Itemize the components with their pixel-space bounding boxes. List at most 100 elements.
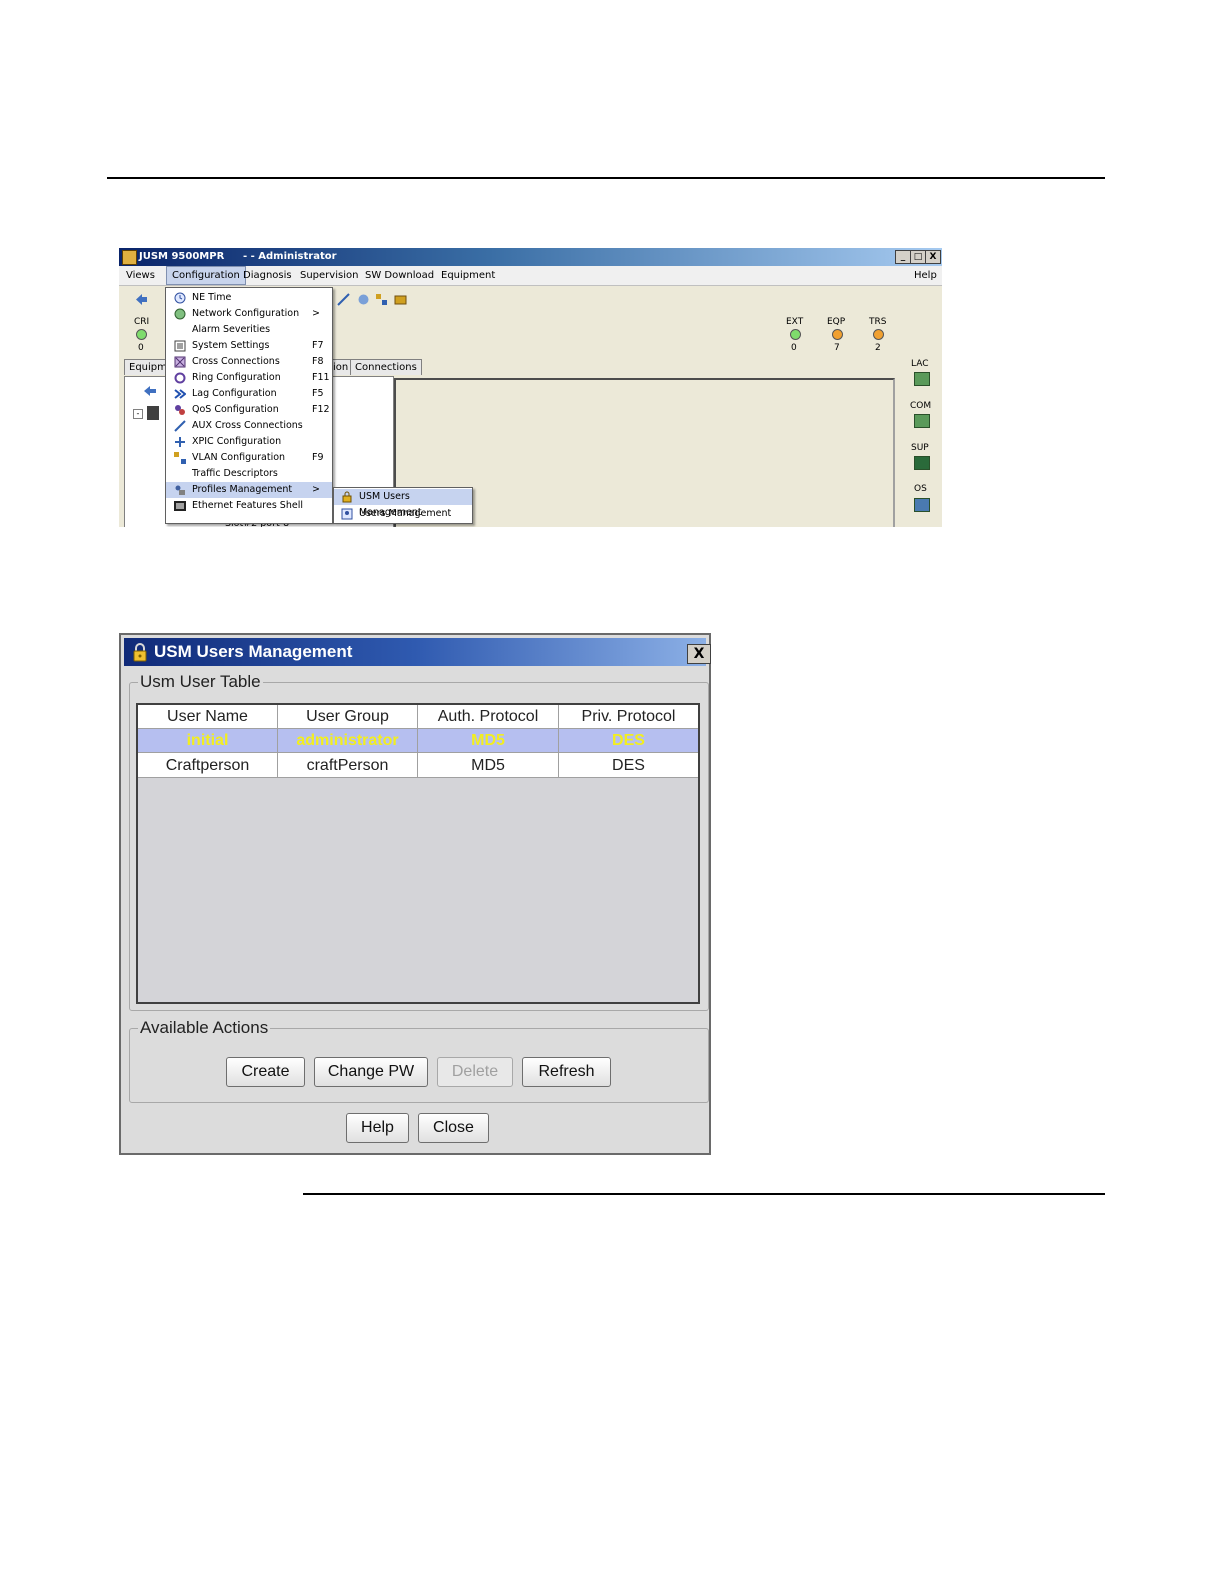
submenu-item-usm-users-management[interactable]: USM Users Management: [334, 489, 472, 518]
shell-icon: [174, 501, 186, 511]
create-button[interactable]: Create: [226, 1057, 305, 1087]
ext-led: [790, 329, 801, 340]
cross-icon: [174, 356, 186, 368]
usm-user-table-legend: Usm User Table: [138, 672, 263, 692]
lac-label: LAC: [911, 359, 929, 369]
menu-item-key: F5: [312, 388, 324, 399]
menu-item-label: Cross Connections: [192, 356, 280, 367]
menu-item-key: F11: [312, 372, 330, 383]
network-icon: [174, 308, 186, 320]
back-arrow-icon[interactable]: [135, 293, 148, 306]
lock-icon: [342, 491, 352, 503]
menu-item-network-configuration[interactable]: Network Configuration >: [166, 306, 332, 322]
menu-item-ring-configuration[interactable]: Ring Configuration F11: [166, 370, 332, 386]
dialog-title: USM Users Management: [154, 642, 353, 661]
ring-icon: [174, 372, 186, 384]
equipment-tool-icon[interactable]: [394, 293, 407, 306]
column-header-user-group[interactable]: User Group: [278, 705, 418, 729]
menu-item-qos-configuration[interactable]: QoS Configuration F12: [166, 402, 332, 418]
menu-item-system-settings[interactable]: System Settings F7: [166, 338, 332, 354]
eqp-led: [832, 329, 843, 340]
menu-item-ethernet-features-shell[interactable]: Ethernet Features Shell: [166, 498, 332, 514]
window-title-suffix: - - Administrator: [243, 251, 337, 262]
menu-item-aux-cross-connections[interactable]: AUX Cross Connections: [166, 418, 332, 434]
dialog-close-icon[interactable]: X: [687, 644, 711, 664]
menu-supervision[interactable]: Supervision: [300, 270, 358, 281]
users-icon: [341, 508, 353, 520]
available-actions-legend: Available Actions: [138, 1018, 271, 1038]
menu-item-label: Profiles Management: [192, 484, 293, 495]
menu-views[interactable]: Views: [126, 270, 155, 281]
os-label: OS: [914, 484, 927, 494]
dialog-title-bar: USM Users Management X: [124, 638, 711, 666]
menu-item-ne-time[interactable]: NE Time: [166, 290, 332, 306]
menu-configuration[interactable]: Configuration: [166, 266, 246, 285]
column-header-auth-protocol[interactable]: Auth. Protocol: [418, 705, 559, 729]
column-header-user-name[interactable]: User Name: [138, 705, 278, 729]
maximize-button[interactable]: □: [910, 250, 926, 264]
cri-led: [136, 329, 147, 340]
menu-item-lag-configuration[interactable]: Lag Configuration F5: [166, 386, 332, 402]
table-cell: craftPerson: [278, 753, 418, 778]
profiles-submenu: USM Users Management Users Management: [333, 487, 473, 524]
menu-item-cross-connections[interactable]: Cross Connections F8: [166, 354, 332, 370]
trs-count: 2: [875, 343, 881, 353]
menu-item-label: Network Configuration: [192, 308, 300, 319]
table-cell: administrator: [278, 729, 418, 753]
menu-item-label: Ring Configuration: [192, 372, 281, 383]
submenu-item-users-management[interactable]: Users Management: [334, 506, 472, 522]
trs-label: TRS: [869, 317, 887, 327]
sup-icon[interactable]: [914, 456, 930, 470]
trs-led: [873, 329, 884, 340]
column-header-priv-protocol[interactable]: Priv. Protocol: [559, 705, 698, 729]
profiles-icon: [175, 485, 185, 495]
close-button[interactable]: Close: [418, 1113, 489, 1143]
menu-item-label: Traffic Descriptors: [192, 468, 278, 479]
jusm-main-window: JUSM 9500MPR - - Administrator _ □ X Vie…: [119, 248, 942, 527]
menu-item-traffic-descriptors[interactable]: Traffic Descriptors: [166, 466, 332, 482]
delete-button[interactable]: Delete: [437, 1057, 513, 1087]
menu-diagnosis[interactable]: Diagnosis: [243, 270, 292, 281]
menu-item-profiles-management[interactable]: Profiles Management >: [166, 482, 332, 498]
os-icon[interactable]: [914, 498, 930, 512]
menu-item-label: System Settings: [192, 340, 270, 351]
com-label: COM: [910, 401, 932, 411]
menu-item-xpic-configuration[interactable]: XPIC Configuration: [166, 434, 332, 450]
eqp-label: EQP: [827, 317, 846, 327]
lag-icon: [174, 389, 186, 399]
network-tool-icon[interactable]: [357, 293, 370, 306]
title-bar: JUSM 9500MPR - - Administrator _ □ X: [119, 248, 942, 266]
configuration-dropdown-menu: NE Time Network Configuration > Alarm Se…: [165, 287, 333, 524]
usm-user-table[interactable]: User Name User Group Auth. Protocol Priv…: [136, 703, 700, 1004]
qos-icon: [175, 405, 185, 415]
menu-item-key: F12: [312, 404, 330, 415]
table-cell: MD5: [418, 729, 559, 753]
menu-item-alarm-severities[interactable]: Alarm Severities: [166, 322, 332, 338]
menu-item-key: F9: [312, 452, 324, 463]
sup-label: SUP: [911, 443, 929, 453]
table-cell: DES: [559, 729, 698, 753]
help-button[interactable]: Help: [346, 1113, 409, 1143]
link-icon[interactable]: [337, 293, 350, 306]
tree-collapse-icon[interactable]: -: [133, 409, 143, 419]
tree-back-icon[interactable]: [143, 385, 157, 397]
table-cell: MD5: [418, 753, 559, 778]
menu-equipment[interactable]: Equipment: [441, 270, 495, 281]
tab-connections[interactable]: Connections: [350, 359, 422, 375]
bottom-rule: [303, 1193, 1105, 1195]
aux-icon: [174, 420, 186, 432]
vlan-tool-icon[interactable]: [375, 293, 388, 306]
refresh-button[interactable]: Refresh: [522, 1057, 611, 1087]
menu-help[interactable]: Help: [914, 270, 937, 281]
close-window-button[interactable]: X: [925, 250, 941, 264]
window-title: JUSM 9500MPR: [139, 251, 225, 262]
lac-icon[interactable]: [914, 372, 930, 386]
minimize-button[interactable]: _: [895, 250, 911, 264]
com-icon[interactable]: [914, 414, 930, 428]
menu-item-vlan-configuration[interactable]: VLAN Configuration F9: [166, 450, 332, 466]
change-pw-button[interactable]: Change PW: [314, 1057, 428, 1087]
menu-sw-download[interactable]: SW Download: [365, 270, 434, 281]
menu-item-key: F8: [312, 356, 324, 367]
menu-item-label: NE Time: [192, 292, 232, 303]
usm-users-management-dialog: USM Users Management X Usm User Table Us…: [119, 633, 711, 1155]
